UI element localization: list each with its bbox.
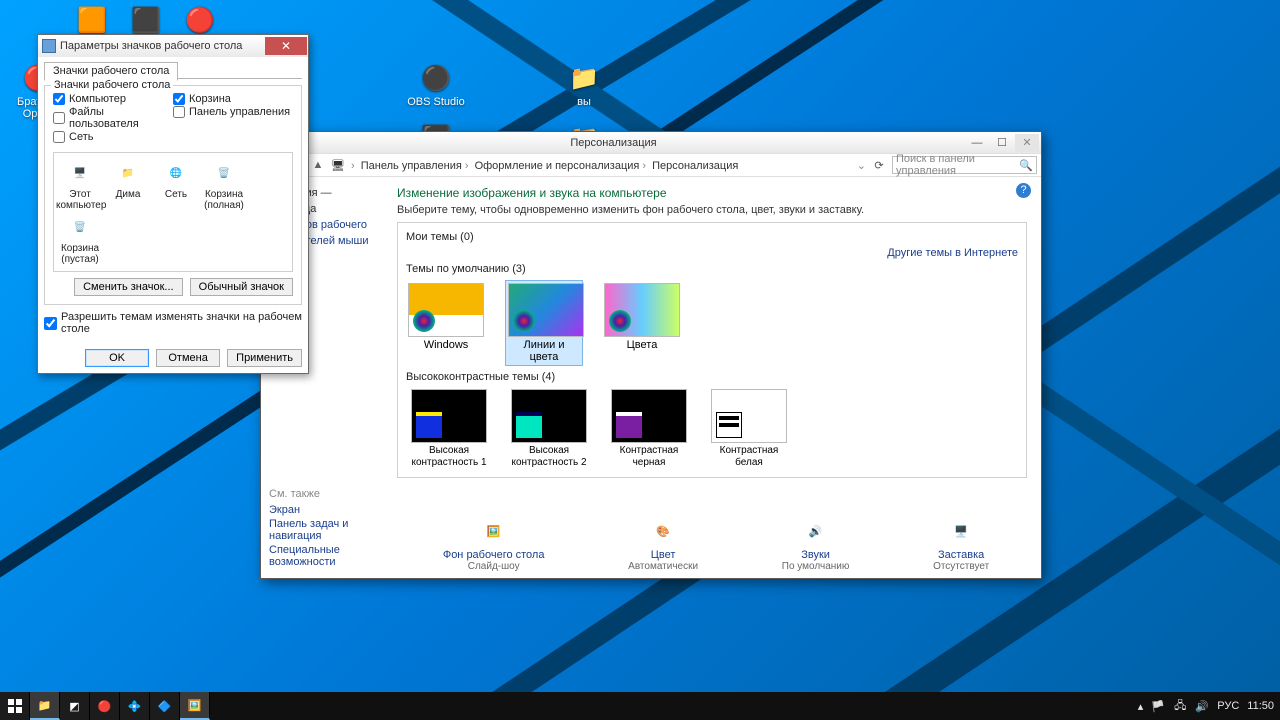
theme-hc2[interactable]: Высокая контрастность 2: [508, 389, 590, 469]
bottom-background[interactable]: 🖼️Фон рабочего столаСлайд-шоу: [443, 515, 545, 572]
desktop-icon-folder[interactable]: 📁вы: [548, 62, 620, 108]
refresh-icon[interactable]: ⟳: [870, 156, 888, 174]
breadcrumb[interactable]: 🖥 › Панель управления› Оформление и перс…: [331, 159, 738, 172]
icon-network[interactable]: 🌐Сеть: [152, 159, 200, 211]
dialog-title: Параметры значков рабочего стола: [60, 40, 265, 52]
icon-user[interactable]: 📁Дима: [104, 159, 152, 211]
seealso-taskbar[interactable]: Панель задач и навигация: [269, 518, 389, 542]
see-also: См. также Экран Панель задач и навигация…: [269, 486, 389, 570]
page-title: Изменение изображения и звука на компьют…: [397, 186, 1027, 200]
theme-lines[interactable]: Линии и цвета: [506, 281, 582, 365]
lang-indicator[interactable]: РУС: [1217, 700, 1239, 712]
task-app2[interactable]: 💠: [120, 692, 150, 720]
dialog-icon: [42, 39, 56, 53]
volume-icon[interactable]: 🔊: [1195, 699, 1209, 713]
task-app3[interactable]: 🔷: [150, 692, 180, 720]
apply-button[interactable]: Применить: [227, 349, 302, 367]
icon-bin-full[interactable]: 🗑️Корзина (полная): [200, 159, 248, 211]
cancel-button[interactable]: Отмена: [156, 349, 220, 367]
dialog-titlebar[interactable]: Параметры значков рабочего стола ✕: [38, 35, 308, 57]
start-button[interactable]: [0, 692, 30, 720]
window-title: Персонализация: [263, 137, 964, 149]
clock[interactable]: 11:50: [1247, 700, 1274, 712]
tray-up-icon[interactable]: ▴: [1138, 700, 1144, 713]
icon-this-pc[interactable]: 🖥️Этот компьютер: [56, 159, 104, 211]
window-titlebar[interactable]: Персонализация — ☐ ✕: [261, 132, 1041, 153]
seealso-accessibility[interactable]: Специальные возможности: [269, 544, 389, 568]
change-icon-button[interactable]: Сменить значок...: [74, 278, 183, 296]
chk-userfiles[interactable]: Файлы пользователя: [53, 106, 173, 130]
more-themes-link[interactable]: Другие темы в Интернете: [887, 247, 1018, 259]
ok-button[interactable]: OK: [85, 349, 149, 367]
task-personalization[interactable]: 🖼️: [180, 692, 210, 720]
task-explorer[interactable]: 📁: [30, 692, 60, 720]
chk-computer[interactable]: Компьютер: [53, 93, 173, 105]
mythemes-header: Мои темы (0): [406, 231, 474, 243]
theme-colors[interactable]: Цвета: [604, 283, 680, 363]
maximize-button[interactable]: ☐: [990, 134, 1014, 152]
theme-hc-black[interactable]: Контрастная черная: [608, 389, 690, 469]
desktop-icons-dialog: Параметры значков рабочего стола ✕ Значк…: [37, 34, 309, 374]
theme-windows[interactable]: Windows: [408, 283, 484, 363]
system-tray[interactable]: ▴ 🏳️ 🖧 🔊 РУС 11:50: [1132, 692, 1280, 720]
search-input[interactable]: Поиск в панели управления 🔍: [892, 156, 1037, 174]
hc-themes-header: Высококонтрастные темы (4): [406, 371, 555, 383]
dialog-close-button[interactable]: ✕: [265, 37, 307, 55]
icon-preview-well[interactable]: 🖥️Этот компьютер 📁Дима 🌐Сеть 🗑️Корзина (…: [53, 152, 293, 272]
navigation-bar: ◀ ▶ ▲ 🖥 › Панель управления› Оформление …: [261, 153, 1041, 177]
seealso-screen[interactable]: Экран: [269, 504, 389, 516]
icon-bin-empty[interactable]: 🗑️Корзина (пустая): [56, 213, 104, 265]
minimize-button[interactable]: —: [965, 134, 989, 152]
task-app1[interactable]: ◩: [60, 692, 90, 720]
personalization-window: Персонализация — ☐ ✕ ◀ ▶ ▲ 🖥 › Панель уп…: [260, 131, 1042, 579]
dialog-tabs: Значки рабочего стола: [44, 61, 302, 79]
theme-hc1[interactable]: Высокая контрастность 1: [408, 389, 490, 469]
chk-allow-themes[interactable]: Разрешить темам изменять значки на рабоч…: [44, 311, 302, 335]
taskbar: 📁 ◩ 🔴 💠 🔷 🖼️ ▴ 🏳️ 🖧 🔊 РУС 11:50: [0, 692, 1280, 720]
chk-cpanel[interactable]: Панель управления: [173, 106, 293, 118]
search-icon: 🔍: [1019, 159, 1033, 172]
bottom-saver[interactable]: 🖥️ЗаставкаОтсутствует: [933, 515, 989, 572]
bottom-color[interactable]: 🎨ЦветАвтоматически: [628, 515, 698, 572]
default-icon-button[interactable]: Обычный значок: [190, 278, 293, 296]
network-icon[interactable]: 🖧: [1173, 699, 1187, 713]
close-button[interactable]: ✕: [1015, 134, 1039, 152]
nav-up-icon[interactable]: ▲: [309, 156, 327, 174]
chk-recycle[interactable]: Корзина: [173, 93, 293, 105]
default-themes-header: Темы по умолчанию (3): [406, 263, 526, 275]
page-description: Выберите тему, чтобы одновременно измени…: [397, 204, 1027, 216]
flag-icon[interactable]: 🏳️: [1151, 699, 1165, 713]
task-opera[interactable]: 🔴: [90, 692, 120, 720]
desktop-icon-obs[interactable]: ⚫OBS Studio: [400, 62, 472, 108]
bottom-sound[interactable]: 🔊ЗвукиПо умолчанию: [782, 515, 850, 572]
chk-network[interactable]: Сеть: [53, 131, 173, 143]
theme-hc-white[interactable]: Контрастная белая: [708, 389, 790, 469]
